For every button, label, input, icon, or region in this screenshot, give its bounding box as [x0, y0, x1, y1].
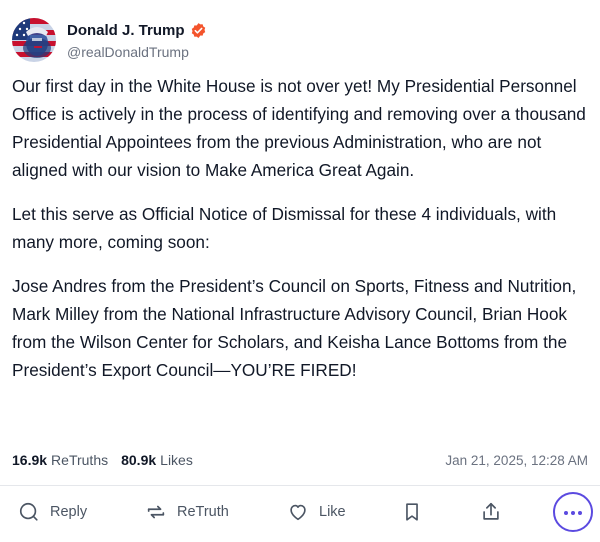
more-icon — [563, 503, 583, 521]
share-icon — [480, 501, 502, 523]
reply-button[interactable]: Reply — [18, 492, 87, 532]
avatar[interactable] — [12, 18, 56, 62]
like-label: Like — [319, 504, 346, 520]
bookmark-button[interactable] — [401, 492, 423, 532]
verified-badge-icon — [190, 22, 207, 39]
post-paragraph: Jose Andres from the President’s Council… — [12, 276, 577, 380]
like-heart-icon — [287, 501, 309, 523]
post-stats: 16.9k ReTruths 80.9k Likes Jan 21, 2025,… — [12, 450, 588, 470]
author-name[interactable]: Donald J. Trump — [67, 22, 185, 39]
retruth-button[interactable]: ReTruth — [145, 492, 229, 532]
more-options-button[interactable] — [553, 492, 593, 532]
divider — [0, 485, 600, 486]
reply-label: Reply — [50, 504, 88, 520]
retruth-icon — [145, 501, 167, 523]
like-button[interactable]: Like — [287, 492, 346, 532]
post-paragraph: Our first day in the White House is not … — [12, 76, 586, 180]
flag-portrait-avatar-icon — [12, 18, 56, 62]
share-button[interactable] — [480, 492, 502, 532]
retruths-label: ReTruths — [51, 452, 109, 468]
name-row: Donald J. Trump — [67, 21, 207, 41]
retruths-count: 16.9k — [12, 452, 48, 468]
author-handle[interactable]: @realDonaldTrump — [67, 44, 207, 60]
action-bar: Reply ReTruth Like — [0, 492, 600, 532]
likes-stat[interactable]: 80.9k Likes — [121, 452, 193, 468]
post-timestamp[interactable]: Jan 21, 2025, 12:28 AM — [445, 453, 588, 468]
post-paragraph: Let this serve as Official Notice of Dis… — [12, 204, 557, 252]
likes-count: 80.9k — [121, 452, 157, 468]
retruth-label: ReTruth — [177, 504, 229, 520]
reply-icon — [18, 501, 40, 523]
retruths-stat[interactable]: 16.9k ReTruths — [12, 452, 108, 468]
likes-label: Likes — [160, 452, 193, 468]
post-header: Donald J. Trump @realDonaldTrump — [12, 16, 207, 64]
author-identity: Donald J. Trump @realDonaldTrump — [67, 21, 207, 60]
bookmark-icon — [401, 501, 423, 523]
post-body: Our first day in the White House is not … — [12, 72, 590, 400]
